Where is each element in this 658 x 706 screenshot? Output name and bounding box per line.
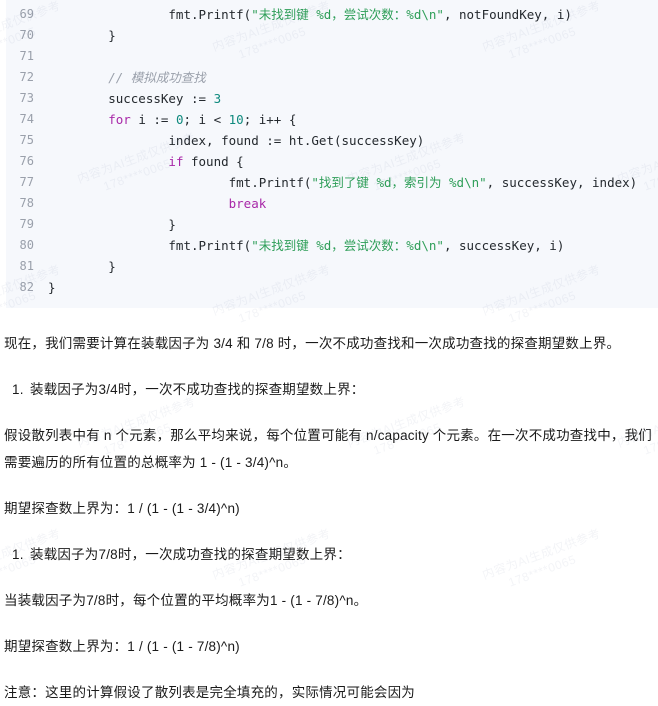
code-line-content: } <box>48 214 658 235</box>
code-token-number: 3 <box>213 91 222 106</box>
list-item-2: 1. 装载因子为7/8时，一次成功查找的探查期望数上界： <box>4 541 652 568</box>
code-line: 76 if found { <box>6 151 658 172</box>
code-line-content: for i := 0; i < 10; i++ { <box>48 109 658 130</box>
list-item-label: 装载因子为7/8时，一次成功查找的探查期望数上界： <box>30 547 351 562</box>
code-line-content: // 模拟成功查找 <box>48 67 658 88</box>
code-token-number: 10 <box>228 112 244 127</box>
line-number: 69 <box>19 7 34 21</box>
paragraph-1: 假设散列表中有 n 个元素，那么平均来说，每个位置可能有 n/capacity … <box>4 428 652 470</box>
code-token-plain: } <box>48 28 116 43</box>
line-number: 77 <box>19 175 34 189</box>
paragraph-2: 期望探查数上界为：1 / (1 - (1 - 3/4)^n) <box>4 501 240 516</box>
code-line: 70 } <box>6 25 658 46</box>
list-marker: 1. <box>12 382 24 397</box>
code-line: 82} <box>6 277 658 298</box>
code-token-plain: fmt.Printf( <box>48 175 312 190</box>
code-token-plain: fmt.Printf( <box>48 7 252 22</box>
line-number: 70 <box>19 28 34 42</box>
paragraph-5: 注意：这里的计算假设了散列表是完全填充的，实际情况可能会因为 <box>4 685 415 700</box>
code-token-comment: // 模拟成功查找 <box>48 70 206 85</box>
code-line-content <box>48 46 658 67</box>
code-line-content: if found { <box>48 151 658 172</box>
code-token-keyword: if <box>168 154 184 169</box>
code-token-keyword: break <box>228 196 267 211</box>
line-number: 82 <box>19 280 34 294</box>
code-token-plain: fmt.Printf( <box>48 238 252 253</box>
code-line: 72 // 模拟成功查找 <box>6 67 658 88</box>
code-token-plain: index, found := ht.Get(successKey) <box>48 133 425 148</box>
line-number: 73 <box>19 91 34 105</box>
code-line: 80 fmt.Printf("未找到键 %d，尝试次数：%d\n", succe… <box>6 235 658 256</box>
code-line-content: fmt.Printf("未找到键 %d，尝试次数：%d\n", notFound… <box>48 4 658 25</box>
code-line: 77 fmt.Printf("找到了键 %d，索引为 %d\n", succes… <box>6 172 658 193</box>
code-line-content: fmt.Printf("未找到键 %d，尝试次数：%d\n", successK… <box>48 235 658 256</box>
code-line: 81 } <box>6 256 658 277</box>
paragraph-4: 期望探查数上界为：1 / (1 - (1 - 7/8)^n) <box>4 639 240 654</box>
line-number: 71 <box>19 49 34 63</box>
code-token-plain: } <box>48 217 176 232</box>
line-number: 79 <box>19 217 34 231</box>
line-number: 72 <box>19 70 34 84</box>
code-token-plain: ; i++ { <box>243 112 297 127</box>
list-item-1: 1. 装载因子为3/4时，一次不成功查找的探查期望数上界： <box>4 376 652 403</box>
code-line: 74 for i := 0; i < 10; i++ { <box>6 109 658 130</box>
code-block[interactable]: 69 fmt.Printf("未找到键 %d，尝试次数：%d\n", notFo… <box>0 0 658 308</box>
code-token-plain: , notFoundKey, i) <box>443 7 572 22</box>
code-token-plain: successKey := <box>48 91 214 106</box>
article-body: 现在，我们需要计算在装载因子为 3/4 和 7/8 时，一次不成功查找和一次成功… <box>0 308 658 706</box>
code-token-plain: , successKey, index) <box>486 175 638 190</box>
code-token-string: "未找到键 %d，尝试次数：%d\n" <box>251 238 444 253</box>
code-line-content: fmt.Printf("找到了键 %d，索引为 %d\n", successKe… <box>48 172 658 193</box>
code-line: 78 break <box>6 193 658 214</box>
code-token-keyword: for <box>108 112 131 127</box>
code-line-content: index, found := ht.Get(successKey) <box>48 130 658 151</box>
code-token-plain: i := <box>130 112 176 127</box>
code-line: 79 } <box>6 214 658 235</box>
code-line-content: } <box>48 256 658 277</box>
code-token-plain: } <box>48 280 56 295</box>
list-item-label: 装载因子为3/4时，一次不成功查找的探查期望数上界： <box>30 382 365 397</box>
code-token-plain: ; i < <box>183 112 229 127</box>
code-token-plain: } <box>48 259 116 274</box>
code-line-content: } <box>48 25 658 46</box>
list-marker: 1. <box>12 547 24 562</box>
code-line: 73 successKey := 3 <box>6 88 658 109</box>
code-line-content: break <box>48 193 658 214</box>
paragraph-3: 当装载因子为7/8时，每个位置的平均概率为1 - (1 - 7/8)^n。 <box>4 593 368 608</box>
code-line: 69 fmt.Printf("未找到键 %d，尝试次数：%d\n", notFo… <box>6 4 658 25</box>
code-line: 75 index, found := ht.Get(successKey) <box>6 130 658 151</box>
line-number: 74 <box>19 112 34 126</box>
code-token-plain: , successKey, i) <box>443 238 565 253</box>
code-token-plain: found { <box>183 154 244 169</box>
line-number: 81 <box>19 259 34 273</box>
line-number: 80 <box>19 238 34 252</box>
code-line-content: } <box>48 277 658 298</box>
line-number: 78 <box>19 196 34 210</box>
code-token-string: "找到了键 %d，索引为 %d\n" <box>311 175 487 190</box>
code-line: 71 <box>6 46 658 67</box>
paragraph-intro: 现在，我们需要计算在装载因子为 3/4 和 7/8 时，一次不成功查找和一次成功… <box>4 336 621 351</box>
code-token-string: "未找到键 %d，尝试次数：%d\n" <box>251 7 444 22</box>
line-number: 76 <box>19 154 34 168</box>
line-number: 75 <box>19 133 34 147</box>
code-line-content: successKey := 3 <box>48 88 658 109</box>
